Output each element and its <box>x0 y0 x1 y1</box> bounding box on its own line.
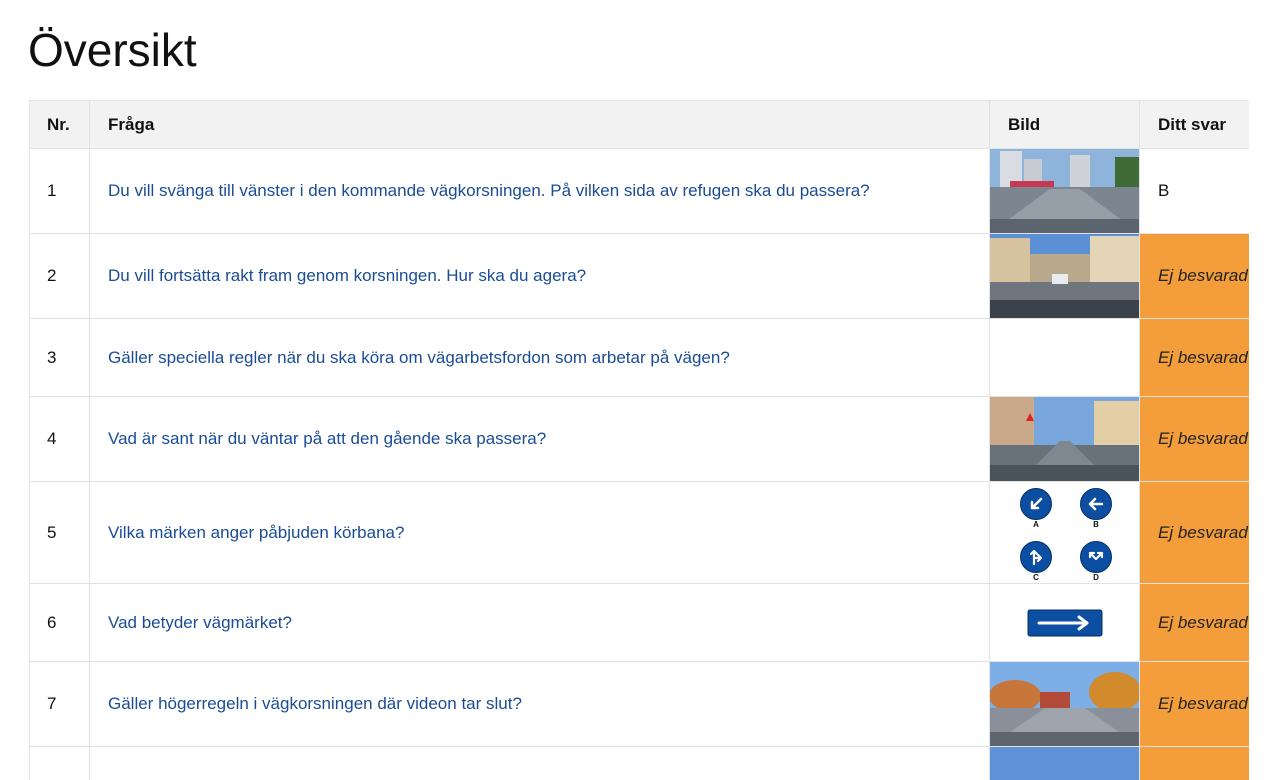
arrow-split-sign-icon <box>1080 541 1112 573</box>
question-number: 3 <box>30 319 90 397</box>
sign-label: D <box>1081 573 1111 582</box>
table-row: 1 Du vill svänga till vänster i den komm… <box>30 149 1250 234</box>
question-link[interactable]: Gäller högerregeln i vägkorsningen där v… <box>108 694 522 713</box>
header-image: Bild <box>990 101 1140 149</box>
sign-label: C <box>1021 573 1051 582</box>
question-number: 1 <box>30 149 90 234</box>
road-signs-image: A B C D <box>990 483 1139 583</box>
answer-cell: B <box>1140 149 1250 234</box>
question-link[interactable]: Gäller speciella regler när du ska köra … <box>108 348 730 367</box>
street-photo-image <box>990 747 1139 780</box>
arrow-straight-or-right-sign-icon <box>1020 541 1052 573</box>
question-image[interactable] <box>990 397 1140 482</box>
page-title: Översikt <box>28 22 197 78</box>
street-photo-image <box>990 397 1139 481</box>
answer-cell: Ej besvarad <box>1140 482 1250 584</box>
question-link[interactable]: Du vill svänga till vänster i den komman… <box>108 181 870 200</box>
header-question: Fråga <box>90 101 990 149</box>
answer-cell: Ej besvarad <box>1140 234 1250 319</box>
header-answer: Ditt svar <box>1140 101 1250 149</box>
arrow-down-left-sign-icon <box>1020 488 1052 520</box>
question-number: 2 <box>30 234 90 319</box>
question-image[interactable] <box>990 747 1140 780</box>
question-image[interactable] <box>990 584 1140 662</box>
question-link[interactable]: Du vill fortsätta rakt fram genom korsni… <box>108 266 586 285</box>
question-link[interactable]: Vad är sant när du väntar på att den gåe… <box>108 429 546 448</box>
table-header-row: Nr. Fråga Bild Ditt svar <box>30 101 1250 149</box>
question-image[interactable] <box>990 662 1140 747</box>
question-link[interactable]: Vad betyder vägmärket? <box>108 613 292 632</box>
question-image[interactable] <box>990 149 1140 234</box>
table-row <box>30 747 1250 780</box>
street-photo-image <box>990 149 1139 233</box>
overview-table: Nr. Fråga Bild Ditt svar 1 Du vill sväng… <box>29 100 1249 780</box>
overview-table-container: Nr. Fråga Bild Ditt svar 1 Du vill sväng… <box>29 100 1249 780</box>
question-image[interactable] <box>990 234 1140 319</box>
street-photo-image <box>990 234 1139 318</box>
table-row: 7 Gäller högerregeln i vägkorsningen där… <box>30 662 1250 747</box>
question-number: 7 <box>30 662 90 747</box>
answer-cell: Ej besvarad <box>1140 319 1250 397</box>
question-number: 6 <box>30 584 90 662</box>
table-row: 5 Vilka märken anger påbjuden körbana? A… <box>30 482 1250 584</box>
sign-label: B <box>1081 520 1111 529</box>
question-number: 5 <box>30 482 90 584</box>
table-row: 4 Vad är sant när du väntar på att den g… <box>30 397 1250 482</box>
question-image <box>990 319 1140 397</box>
table-row: 6 Vad betyder vägmärket? Ej besvarad <box>30 584 1250 662</box>
header-nr: Nr. <box>30 101 90 149</box>
table-row: 3 Gäller speciella regler när du ska kör… <box>30 319 1250 397</box>
answer-cell: Ej besvarad <box>1140 662 1250 747</box>
sign-label: A <box>1021 520 1051 529</box>
answer-cell: Ej besvarad <box>1140 584 1250 662</box>
arrow-left-sign-icon <box>1080 488 1112 520</box>
answer-cell: Ej besvarad <box>1140 397 1250 482</box>
table-row: 2 Du vill fortsätta rakt fram genom kors… <box>30 234 1250 319</box>
question-number: 4 <box>30 397 90 482</box>
one-way-arrow-sign-icon <box>1027 609 1103 637</box>
street-photo-image <box>990 662 1139 746</box>
question-link[interactable]: Vilka märken anger påbjuden körbana? <box>108 523 404 542</box>
question-image[interactable]: A B C D <box>990 482 1140 584</box>
